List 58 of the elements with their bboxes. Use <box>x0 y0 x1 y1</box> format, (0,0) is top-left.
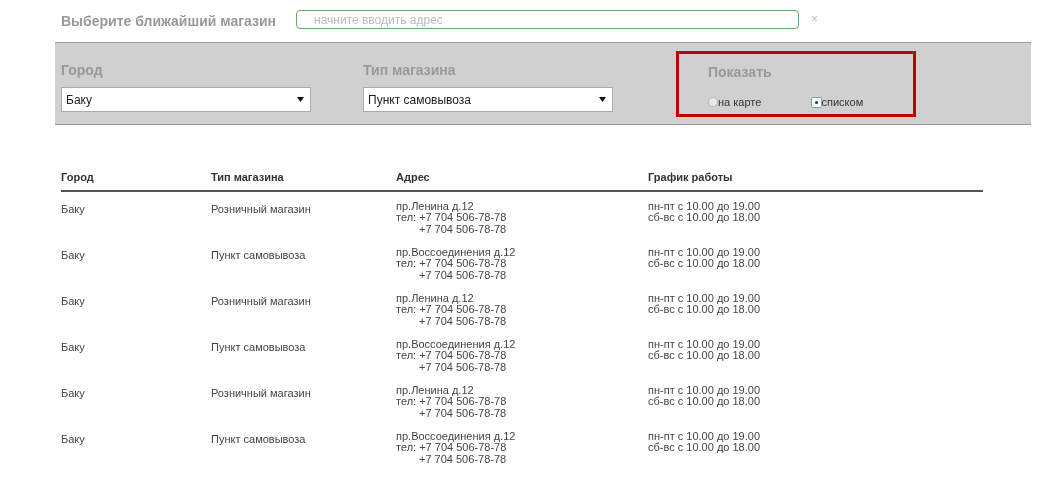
column-header: График работы <box>648 170 734 185</box>
table-cell-text: Пункт самовывоза <box>211 247 307 263</box>
address-line: пр.Воссоединения д.12 <box>396 430 517 442</box>
column-header: Город <box>61 170 95 185</box>
schedule-line: пн-пт с 10.00 до 19.00 <box>648 200 761 212</box>
table-cell-text: Розничный магазин <box>211 385 312 401</box>
address-line: +7 704 506-78-78 <box>418 361 508 373</box>
schedule-line: пн-пт с 10.00 до 19.00 <box>648 430 761 442</box>
table-cell-text: Пункт самовывоза <box>211 339 307 355</box>
caret-icon <box>599 97 606 102</box>
table-cell-text: Баку <box>61 385 86 401</box>
address-line: пр.Воссоединения д.12 <box>396 338 517 350</box>
address-line: пр.Ленина д.12 <box>396 200 475 212</box>
column-header: Адрес <box>396 170 431 185</box>
table-cell-text: Пункт самовывоза <box>211 431 307 447</box>
address-line: +7 704 506-78-78 <box>418 315 508 327</box>
select-value: Пункт самовывоза <box>368 91 472 109</box>
address-line: +7 704 506-78-78 <box>418 407 508 419</box>
address-line: +7 704 506-78-78 <box>418 269 508 281</box>
schedule-line: пн-пт с 10.00 до 19.00 <box>648 338 761 350</box>
table-cell-text: Розничный магазин <box>211 201 312 217</box>
address-line: пр.Ленина д.12 <box>396 292 475 304</box>
address-line: тел: +7 704 506-78-78 <box>396 212 508 224</box>
address-line: пр.Ленина д.12 <box>396 384 475 396</box>
schedule-line: сб-вс с 10.00 до 18.00 <box>648 212 761 224</box>
city-select[interactable]: Баку <box>61 87 311 112</box>
schedule-line: сб-вс с 10.00 до 18.00 <box>648 396 761 408</box>
schedule-line: сб-вс с 10.00 до 18.00 <box>648 350 761 362</box>
table-cell-text: Баку <box>61 247 86 263</box>
schedule-line: сб-вс с 10.00 до 18.00 <box>648 258 761 270</box>
schedule-line: сб-вс с 10.00 до 18.00 <box>648 304 761 316</box>
column-header: Тип магазина <box>211 170 285 185</box>
caret-icon <box>297 97 304 102</box>
address-line: пр.Воссоединения д.12 <box>396 246 517 258</box>
address-line: тел: +7 704 506-78-78 <box>396 350 507 362</box>
table-cell-text: Баку <box>61 339 86 355</box>
radio-button[interactable] <box>708 97 718 108</box>
table-cell-text: Баку <box>61 201 86 217</box>
schedule-line: сб-вс с 10.00 до 18.00 <box>648 442 761 454</box>
schedule-line: пн-пт с 10.00 до 19.00 <box>648 292 761 304</box>
address-line: тел: +7 704 506-78-78 <box>396 258 507 270</box>
table-cell-text: Баку <box>61 293 86 309</box>
select-value: Баку <box>66 91 92 109</box>
schedule-line: пн-пт с 10.00 до 19.00 <box>648 246 761 258</box>
address-line: +7 704 506-78-78 <box>418 453 508 465</box>
radio-label[interactable]: на карте <box>718 94 762 111</box>
address-search-field[interactable]: начните вводить адрес <box>296 10 799 29</box>
table-cell-text: Баку <box>61 431 86 447</box>
radio-button[interactable] <box>810 96 822 108</box>
address-line: тел: +7 704 506-78-78 <box>396 304 508 316</box>
table-cell-text: Розничный магазин <box>211 293 312 309</box>
address-line: +7 704 506-78-78 <box>418 223 508 235</box>
store-type-select[interactable]: Пункт самовывоза <box>363 87 613 112</box>
address-line: тел: +7 704 506-78-78 <box>396 442 507 454</box>
address-line: тел: +7 704 506-78-78 <box>396 396 508 408</box>
page-title: Выберите ближайший магазин <box>61 12 278 31</box>
radio-label[interactable]: списком <box>821 94 864 111</box>
schedule-line: пн-пт с 10.00 до 19.00 <box>648 384 761 396</box>
